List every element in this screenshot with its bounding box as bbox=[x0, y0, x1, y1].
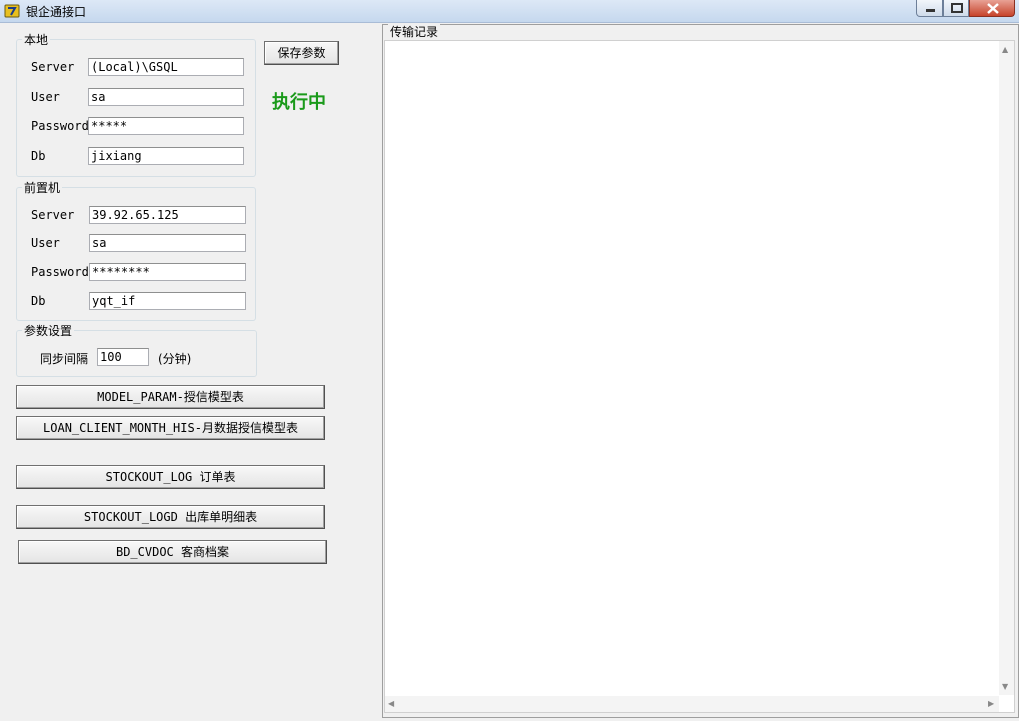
frontend-password-label: Password bbox=[31, 265, 89, 279]
scroll-up-icon[interactable]: ▲ bbox=[1002, 45, 1008, 54]
local-server-input[interactable]: (Local)\GSQL bbox=[88, 58, 244, 76]
save-params-button[interactable]: 保存参数 bbox=[264, 41, 339, 65]
local-group-legend: 本地 bbox=[24, 33, 49, 47]
close-button[interactable] bbox=[969, 0, 1015, 17]
bd-cvdoc-button[interactable]: BD_CVDOC 客商档案 bbox=[18, 540, 327, 564]
local-user-label: User bbox=[31, 90, 60, 104]
close-icon bbox=[987, 3, 999, 14]
minimize-icon bbox=[926, 9, 935, 12]
frontend-server-label: Server bbox=[31, 208, 75, 222]
stockout-logd-button[interactable]: STOCKOUT_LOGD 出库单明细表 bbox=[16, 505, 325, 529]
local-user-input[interactable]: sa bbox=[88, 88, 244, 106]
params-group-legend: 参数设置 bbox=[24, 324, 73, 338]
scroll-left-icon[interactable]: ◀ bbox=[388, 699, 394, 708]
app-icon bbox=[4, 4, 20, 18]
scroll-down-icon[interactable]: ▼ bbox=[1002, 682, 1008, 691]
scroll-right-icon[interactable]: ▶ bbox=[988, 699, 994, 708]
loan-client-month-his-button[interactable]: LOAN_CLIENT_MONTH_HIS-月数据授信模型表 bbox=[16, 416, 325, 440]
local-db-label: Db bbox=[31, 149, 46, 163]
local-db-input[interactable]: jixiang bbox=[88, 147, 244, 165]
frontend-user-input[interactable]: sa bbox=[89, 234, 246, 252]
log-panel-title: 传输记录 bbox=[388, 23, 441, 40]
model-param-button[interactable]: MODEL_PARAM-授信模型表 bbox=[16, 385, 325, 409]
minimize-button[interactable] bbox=[916, 0, 943, 17]
frontend-db-label: Db bbox=[31, 294, 46, 308]
frontend-password-input[interactable]: ******** bbox=[89, 263, 246, 281]
local-server-label: Server bbox=[31, 60, 75, 74]
status-text: 执行中 bbox=[272, 92, 326, 113]
horizontal-scrollbar[interactable]: ◀ ▶ bbox=[385, 696, 999, 712]
frontend-db-input[interactable]: yqt_if bbox=[89, 292, 246, 310]
sync-interval-input[interactable]: 100 bbox=[97, 348, 149, 366]
frontend-group-legend: 前置机 bbox=[24, 181, 61, 195]
vertical-scrollbar[interactable]: ▲ ▼ bbox=[999, 41, 1014, 695]
frontend-server-input[interactable]: 39.92.65.125 bbox=[89, 206, 246, 224]
stockout-log-button[interactable]: STOCKOUT_LOG 订单表 bbox=[16, 465, 325, 489]
sync-interval-label: 同步间隔 bbox=[40, 352, 89, 366]
maximize-icon bbox=[951, 3, 963, 13]
window-title: 银企通接口 bbox=[26, 5, 87, 19]
frontend-user-label: User bbox=[31, 236, 60, 250]
title-bar: 银企通接口 bbox=[0, 0, 1019, 23]
local-password-input[interactable]: ***** bbox=[88, 117, 244, 135]
maximize-button[interactable] bbox=[943, 0, 969, 17]
sync-interval-unit: (分钟) bbox=[158, 352, 192, 366]
log-textarea[interactable] bbox=[384, 40, 1015, 713]
local-password-label: Password bbox=[31, 119, 89, 133]
